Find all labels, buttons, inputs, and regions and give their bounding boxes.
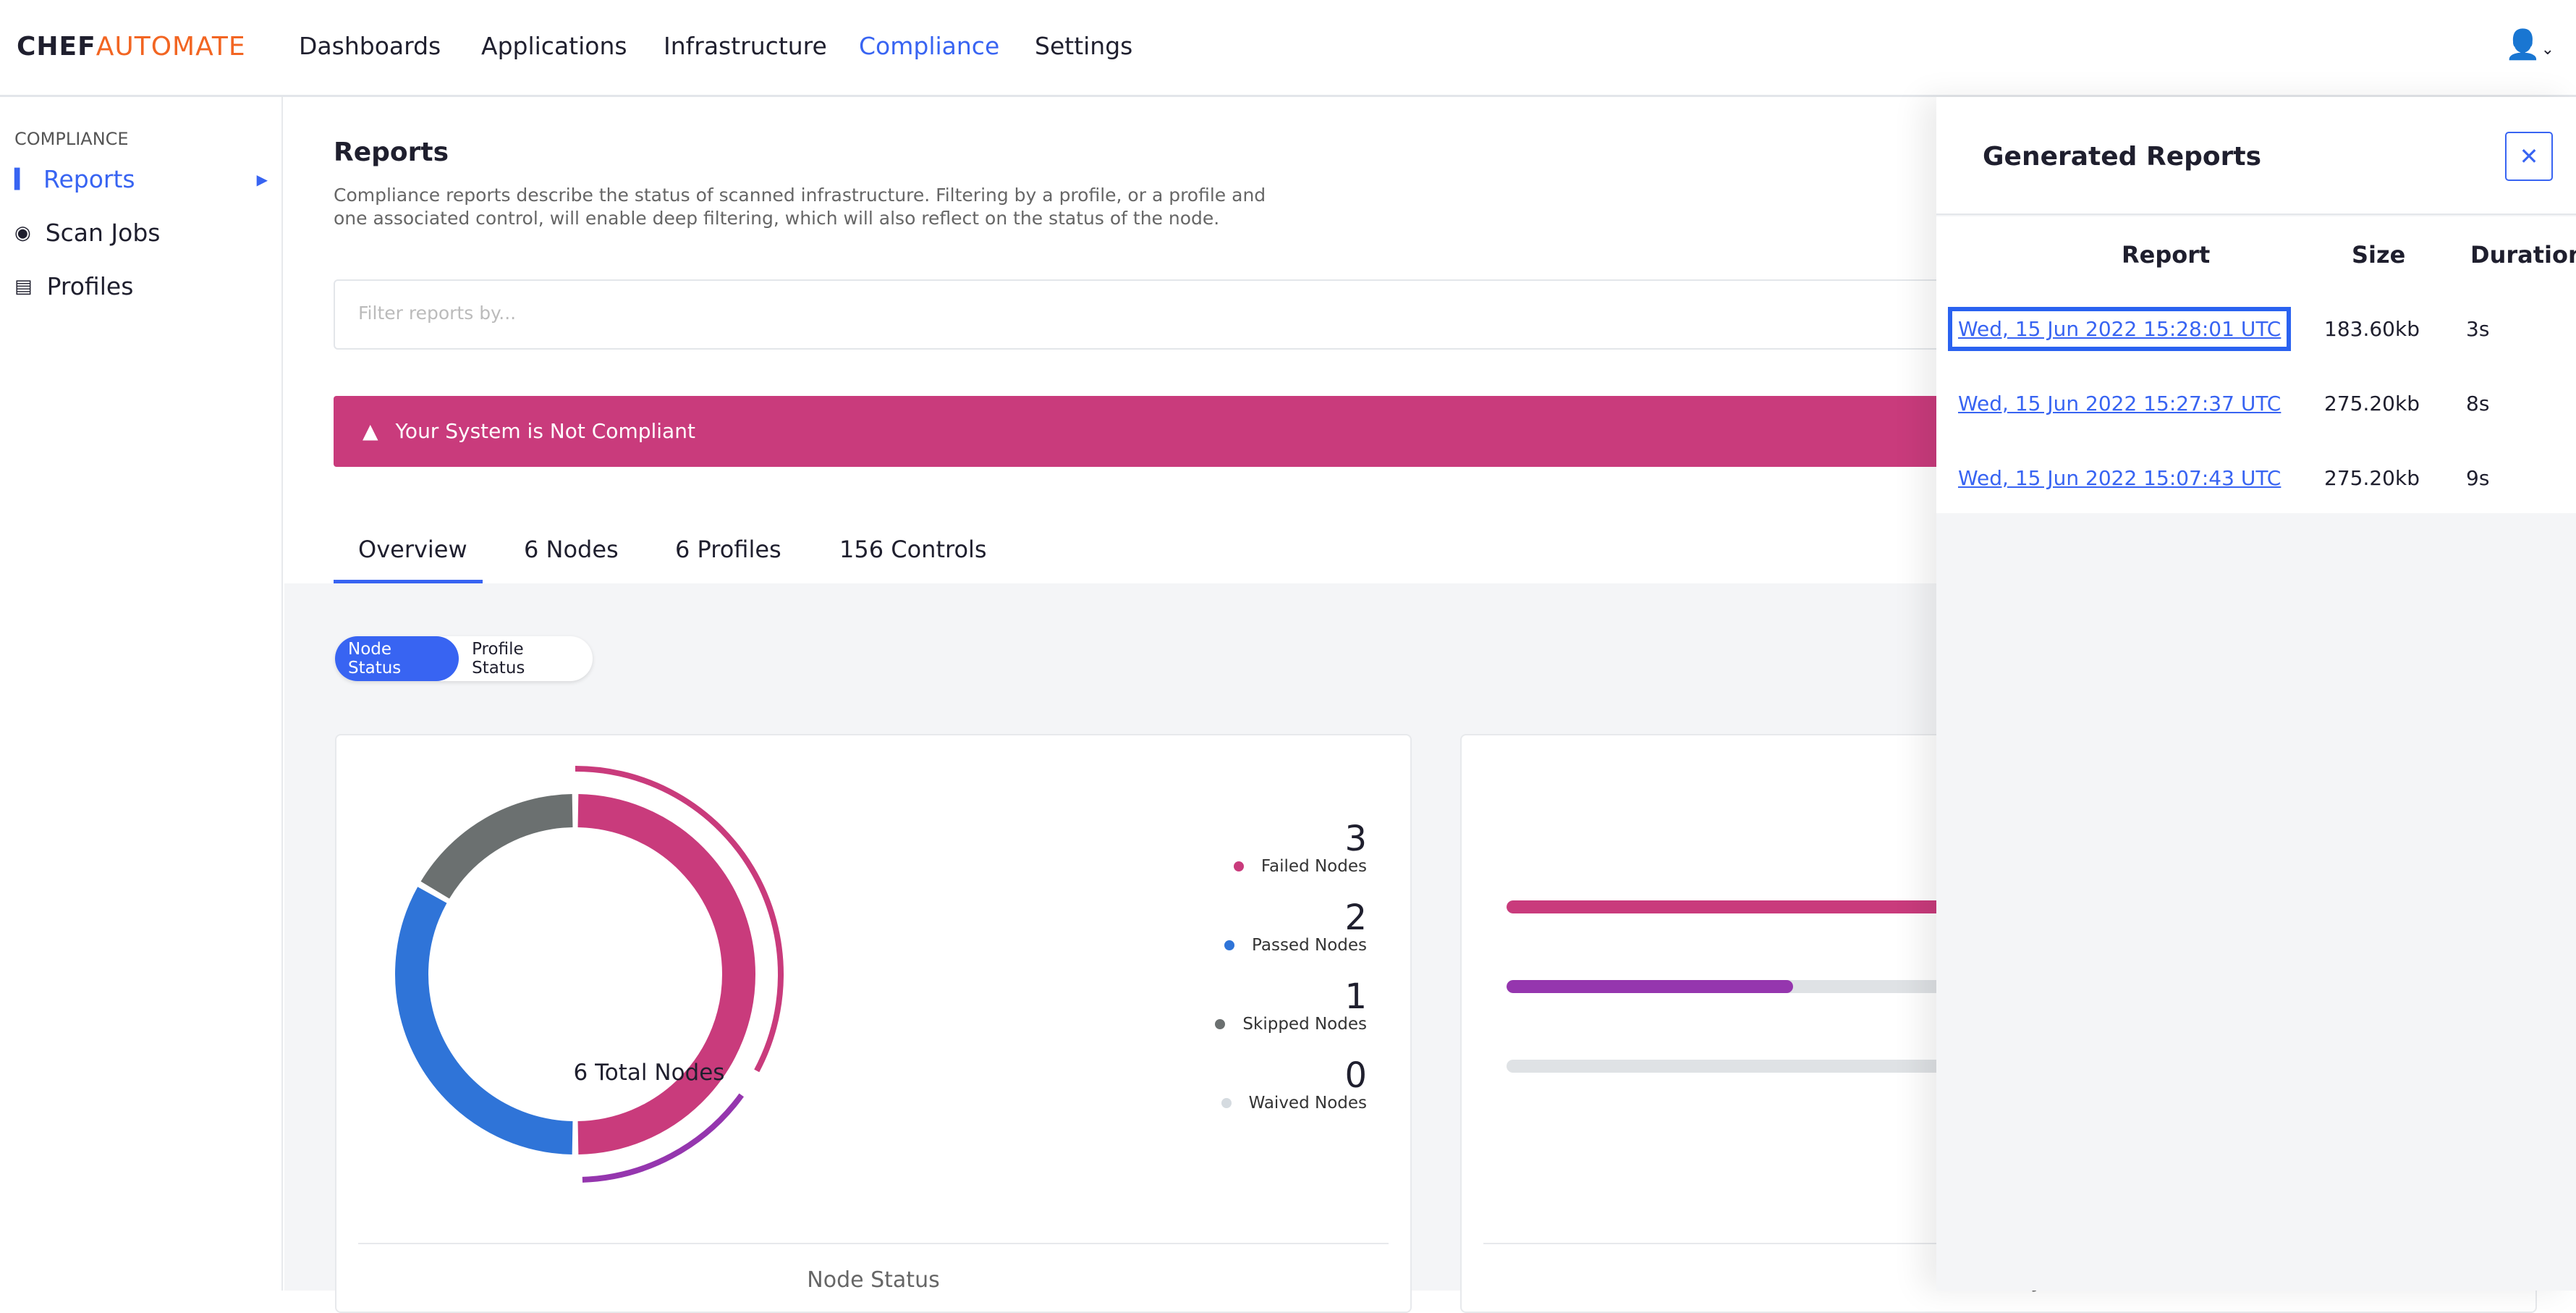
donut-slice-failed-nodes xyxy=(577,794,755,1154)
active-tab-underline xyxy=(334,580,483,583)
report-size: 183.60kb xyxy=(2324,317,2420,341)
nav-compliance[interactable]: Compliance xyxy=(859,32,999,60)
legend-item: 2 Passed Nodes xyxy=(1224,900,1367,955)
legend-label: Waived Nodes xyxy=(1248,1094,1367,1113)
report-duration: 3s xyxy=(2466,317,2490,341)
tab-controls[interactable]: 156 Controls xyxy=(839,536,987,563)
legend-dot xyxy=(1221,1098,1232,1108)
banner-text: Your System is Not Compliant xyxy=(395,419,695,443)
header-size: Size xyxy=(2352,241,2406,269)
filter-input[interactable]: Filter reports by... xyxy=(334,279,1998,350)
user-menu[interactable]: 👤⌄ xyxy=(2505,28,2554,62)
sidebar-item-profiles[interactable]: ▤ Profiles xyxy=(14,272,133,300)
sidebar-item-label: Reports xyxy=(43,165,135,193)
sidebar-heading: COMPLIANCE xyxy=(14,129,129,149)
node-status-card: 6 Total Nodes 3 Failed Nodes 2 Passed Nodes… xyxy=(335,734,1412,1313)
chevron-down-icon: ⌄ xyxy=(2541,41,2554,59)
fingerprint-icon: ◉ xyxy=(14,221,31,244)
report-size: 275.20kb xyxy=(2324,392,2420,415)
header-report: Report xyxy=(2122,241,2211,269)
book-icon: ▤ xyxy=(14,275,33,297)
sidebar-item-scan-jobs[interactable]: ◉ Scan Jobs xyxy=(14,219,160,247)
legend-label: Failed Nodes xyxy=(1261,857,1367,876)
toggle-node-status[interactable]: Node Status xyxy=(335,636,459,681)
legend-label: Skipped Nodes xyxy=(1242,1015,1367,1034)
close-button[interactable]: ✕ xyxy=(2505,132,2553,181)
nav-settings[interactable]: Settings xyxy=(1035,32,1132,60)
status-toggle: Node Status Profile Status xyxy=(335,636,593,681)
report-link[interactable]: Wed, 15 Jun 2022 15:27:37 UTC xyxy=(1958,392,2281,415)
table-row: Wed, 15 Jun 2022 15:27:37 UTC 275.20kb 8s xyxy=(1936,366,2576,440)
legend-item: 3 Failed Nodes xyxy=(1233,819,1367,876)
legend-dot xyxy=(1224,940,1235,950)
chef-automate-logo[interactable]: CHEFAUTOMATE xyxy=(17,32,246,62)
legend-dot xyxy=(1215,1019,1226,1029)
nav-infrastructure[interactable]: Infrastructure xyxy=(664,32,827,60)
tab-nodes[interactable]: 6 Nodes xyxy=(524,536,619,563)
legend-item: 0 Waived Nodes xyxy=(1221,1057,1367,1113)
table-row: Wed, 15 Jun 2022 15:28:01 UTC 183.60kb 3s xyxy=(1936,291,2576,366)
table-row: Wed, 15 Jun 2022 15:07:43 UTC 275.20kb 9s xyxy=(1936,440,2576,515)
severity-bar-fill xyxy=(1507,980,1793,993)
sidebar-item-label: Scan Jobs xyxy=(45,219,161,247)
donut-center-label: 6 Total Nodes xyxy=(573,1060,725,1086)
report-size: 275.20kb xyxy=(2324,466,2420,490)
panel-title: Generated Reports xyxy=(1983,142,2262,172)
generated-reports-panel: Generated Reports ✕ Report Size Duration… xyxy=(1936,97,2576,1291)
bar-chart-icon: ▍ xyxy=(14,168,29,190)
caret-right-icon: ▶ xyxy=(256,170,268,188)
legend-count: 1 xyxy=(1344,976,1367,1017)
nav-dashboards[interactable]: Dashboards xyxy=(299,32,441,60)
nav-applications[interactable]: Applications xyxy=(481,32,627,60)
page-title: Reports xyxy=(334,138,449,167)
donut-slice-passed-nodes xyxy=(395,887,573,1154)
report-link[interactable]: Wed, 15 Jun 2022 15:28:01 UTC xyxy=(1947,307,2292,351)
panel-header: Generated Reports ✕ xyxy=(1936,97,2576,215)
legend-label: Passed Nodes xyxy=(1252,936,1367,955)
user-icon: 👤 xyxy=(2504,28,2541,62)
legend-item: 1 Skipped Nodes xyxy=(1215,979,1367,1034)
top-nav: CHEFAUTOMATE Dashboards Applications Inf… xyxy=(0,0,2576,97)
compliance-banner: ▲ Your System is Not Compliant xyxy=(334,396,1998,467)
node-status-donut xyxy=(395,766,784,1183)
report-link[interactable]: Wed, 15 Jun 2022 15:07:43 UTC xyxy=(1958,466,2281,490)
legend-count: 0 xyxy=(1344,1055,1367,1096)
logo-chef: CHEF xyxy=(17,32,96,62)
legend-dot xyxy=(1233,861,1244,871)
legend-count: 2 xyxy=(1344,898,1367,938)
toggle-profile-status[interactable]: Profile Status xyxy=(459,636,593,681)
donut-slice-skipped-nodes xyxy=(420,794,573,899)
close-icon: ✕ xyxy=(2519,143,2539,170)
logo-automate: AUTOMATE xyxy=(96,32,246,62)
reports-table: Report Size Duration Wed, 15 Jun 2022 15… xyxy=(1936,216,2576,513)
legend-count: 3 xyxy=(1344,819,1367,859)
tab-profiles[interactable]: 6 Profiles xyxy=(675,536,781,563)
header-duration: Duration xyxy=(2470,241,2576,269)
sidebar-item-reports[interactable]: ▍ Reports ▶ xyxy=(14,165,268,193)
tab-overview[interactable]: Overview xyxy=(358,536,467,563)
sidebar: COMPLIANCE ▍ Reports ▶ ◉ Scan Jobs ▤ Profile… xyxy=(0,97,283,1291)
card-footer: Node Status xyxy=(358,1243,1389,1312)
report-duration: 9s xyxy=(2466,466,2490,490)
report-duration: 8s xyxy=(2466,392,2490,415)
warning-icon: ▲ xyxy=(363,419,378,443)
page-description: Compliance reports describe the status o… xyxy=(334,185,1266,229)
sidebar-item-label: Profiles xyxy=(46,272,134,300)
